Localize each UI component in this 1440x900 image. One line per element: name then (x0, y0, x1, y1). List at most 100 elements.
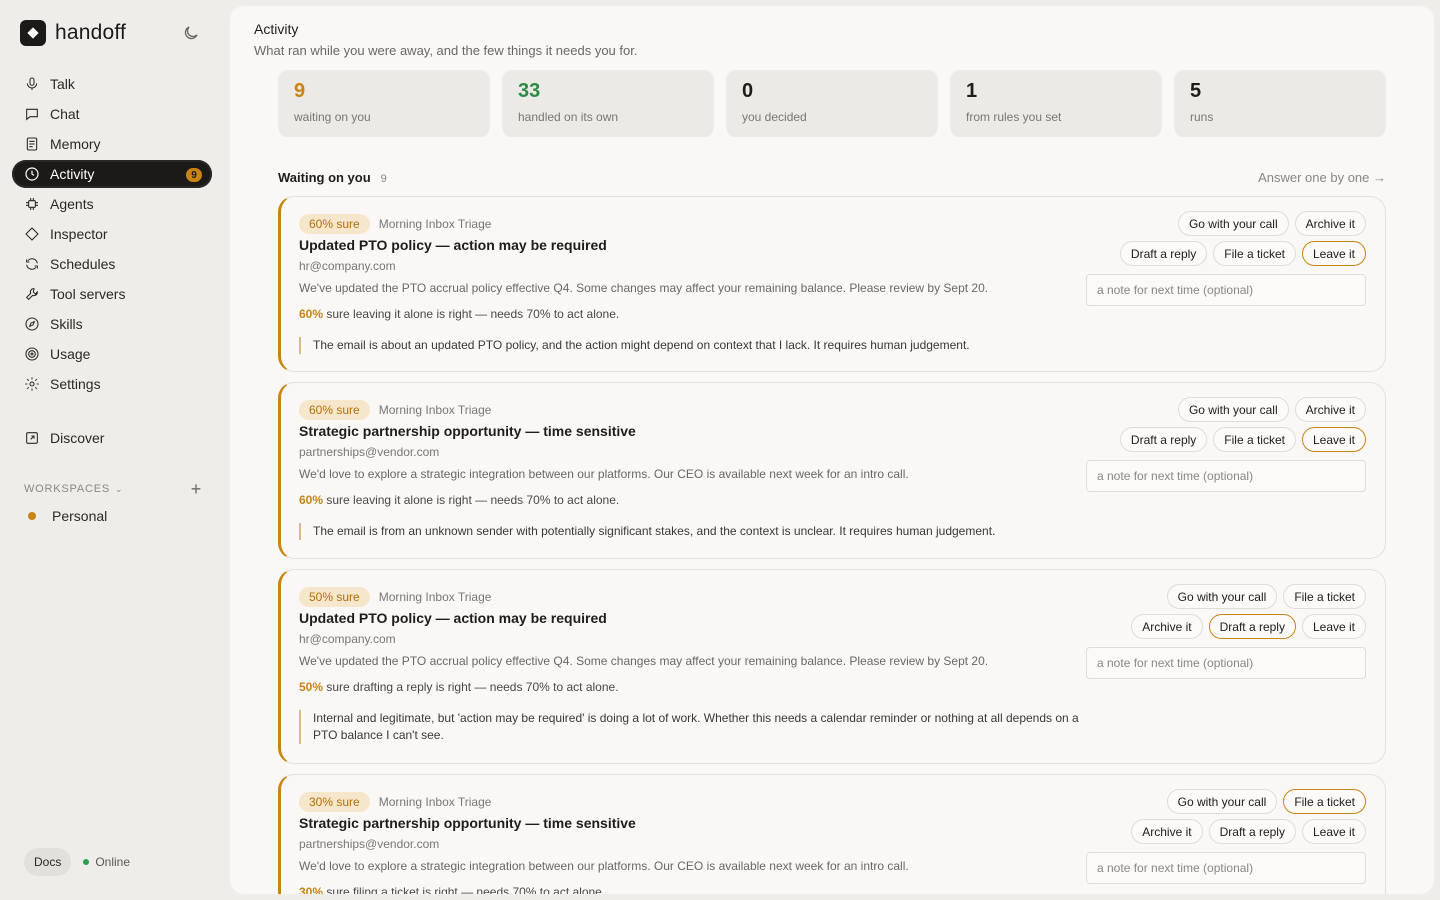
page-title: Activity (254, 21, 299, 37)
go-with-your-call-button[interactable]: Go with your call (1177, 211, 1289, 236)
sidebar-footer: Docs Online (24, 848, 130, 876)
workspace-dot-icon (28, 512, 36, 520)
sidebar-item-label: Schedules (50, 256, 116, 272)
card-actions: Go with your call Archive it Draft a rep… (1086, 211, 1366, 306)
main-panel: Activity What ran while you were away, a… (230, 6, 1434, 894)
leave-it-button[interactable]: Leave it (1301, 427, 1366, 452)
leave-it-button[interactable]: Leave it (1301, 819, 1366, 844)
draft-reply-button[interactable]: Draft a reply (1208, 819, 1296, 844)
status-dot-icon (83, 859, 90, 865)
section-title: Waiting on you (278, 170, 371, 185)
wrench-icon (25, 288, 38, 301)
card-meta: 60% sure Morning Inbox Triage (299, 213, 1089, 235)
archive-button[interactable]: Archive it (1294, 397, 1366, 422)
sidebar-item-activity[interactable]: Activity 9 (12, 160, 212, 188)
stat-value: 1 (966, 80, 978, 102)
confidence-text: sure leaving it alone is right — needs 7… (326, 307, 620, 321)
leave-it-button[interactable]: Leave it (1301, 241, 1366, 266)
message-preview: We'd love to explore a strategic integra… (299, 859, 909, 873)
note-input[interactable] (1086, 274, 1366, 306)
sidebar-item-label: Chat (50, 106, 80, 122)
answer-one-by-one-link[interactable]: Answer one by one → (1258, 170, 1386, 185)
card-actions: Go with your call File a ticket Archive … (1086, 789, 1366, 884)
chat-bubble-icon (26, 108, 38, 121)
archive-button[interactable]: Archive it (1294, 211, 1366, 236)
decision-card: 50% sure Morning Inbox Triage Updated PT… (278, 569, 1386, 764)
card-title: Strategic partnership opportunity — time… (299, 423, 636, 439)
target-icon (25, 347, 39, 361)
chevron-down-icon[interactable]: ⌄ (115, 484, 123, 495)
file-ticket-button[interactable]: File a ticket (1283, 789, 1366, 814)
stat-handled[interactable]: 33 handled on its own (502, 70, 714, 137)
sidebar-item-schedules[interactable]: Schedules (12, 250, 212, 278)
stat-label: waiting on you (294, 110, 371, 124)
confidence-line: 60% sure leaving it alone is right — nee… (299, 493, 1089, 511)
sender-email: partnerships@vendor.com (299, 445, 440, 459)
brand[interactable]: handoff (20, 20, 126, 46)
file-ticket-button[interactable]: File a ticket (1213, 241, 1296, 266)
sidebar-item-inspector[interactable]: Inspector (12, 220, 212, 248)
confidence-badge: 30% sure (299, 792, 370, 812)
draft-reply-button[interactable]: Draft a reply (1208, 614, 1296, 639)
microphone-icon (26, 77, 38, 90)
sidebar-item-discover[interactable]: Discover (12, 424, 212, 452)
confidence-line: 30% sure filing a ticket is right — need… (299, 885, 1089, 894)
sidebar-item-memory[interactable]: Memory (12, 130, 212, 158)
card-title: Updated PTO policy — action may be requi… (299, 610, 607, 626)
sidebar-item-label: Settings (50, 376, 101, 392)
docs-button[interactable]: Docs (24, 848, 72, 876)
stats-row: 9 waiting on you 33 handled on its own 0… (278, 70, 1386, 137)
stat-waiting[interactable]: 9 waiting on you (278, 70, 490, 137)
workspace-item-personal[interactable]: Personal (28, 508, 107, 524)
sidebar-item-label: Activity (50, 166, 95, 182)
stat-label: handled on its own (518, 110, 619, 124)
confidence-text: sure filing a ticket is right — needs 70… (326, 885, 606, 894)
sidebar-item-agents[interactable]: Agents (12, 190, 212, 218)
note-input[interactable] (1086, 852, 1366, 884)
sidebar-item-label: Discover (50, 430, 105, 446)
sidebar-item-usage[interactable]: Usage (12, 340, 212, 368)
archive-button[interactable]: Archive it (1131, 614, 1203, 639)
decision-card: 60% sure Morning Inbox Triage Strategic … (278, 382, 1386, 559)
sidebar-item-settings[interactable]: Settings (12, 370, 212, 398)
stat-value: 33 (518, 80, 541, 102)
card-meta: 30% sure Morning Inbox Triage (299, 791, 1089, 813)
stat-runs[interactable]: 5 runs (1174, 70, 1386, 137)
archive-button[interactable]: Archive it (1131, 819, 1203, 844)
stat-rules[interactable]: 1 from rules you set (950, 70, 1162, 137)
sidebar-item-talk[interactable]: Talk (12, 70, 212, 98)
card-title: Updated PTO policy — action may be requi… (299, 237, 607, 253)
stat-value: 0 (742, 80, 754, 102)
draft-reply-button[interactable]: Draft a reply (1119, 241, 1208, 266)
card-actions: Go with your call File a ticket Archive … (1086, 584, 1366, 679)
card-title: Strategic partnership opportunity — time… (299, 815, 636, 831)
refresh-icon (26, 258, 38, 270)
stat-label: runs (1190, 110, 1214, 124)
connection-status: Online (83, 855, 130, 869)
note-input[interactable] (1086, 460, 1366, 492)
go-with-your-call-button[interactable]: Go with your call (1166, 584, 1278, 609)
file-ticket-button[interactable]: File a ticket (1283, 584, 1366, 609)
sidebar-item-skills[interactable]: Skills (12, 310, 212, 338)
draft-reply-button[interactable]: Draft a reply (1119, 427, 1208, 452)
leave-it-button[interactable]: Leave it (1301, 614, 1366, 639)
add-workspace-icon[interactable]: + (191, 480, 202, 498)
sidebar-item-tool-servers[interactable]: Tool servers (12, 280, 212, 308)
confidence-percent: 50% (299, 680, 324, 694)
message-preview: We've updated the PTO accrual policy eff… (299, 281, 989, 295)
note-input[interactable] (1086, 647, 1366, 679)
decision-card: 30% sure Morning Inbox Triage Strategic … (278, 774, 1386, 894)
card-content: 30% sure Morning Inbox Triage Strategic … (299, 791, 1089, 894)
sender-email: hr@company.com (299, 632, 396, 646)
go-with-your-call-button[interactable]: Go with your call (1166, 789, 1278, 814)
stat-label: from rules you set (966, 110, 1062, 124)
confidence-text: sure leaving it alone is right — needs 7… (326, 493, 620, 507)
sidebar-item-chat[interactable]: Chat (12, 100, 212, 128)
clock-icon (25, 167, 39, 181)
go-with-your-call-button[interactable]: Go with your call (1177, 397, 1289, 422)
file-ticket-button[interactable]: File a ticket (1213, 427, 1296, 452)
sidebar: handoff Talk Chat Memory Activity 9 Agen… (0, 0, 224, 900)
card-content: 50% sure Morning Inbox Triage Updated PT… (299, 586, 1089, 744)
moon-icon[interactable] (182, 24, 200, 42)
stat-decided[interactable]: 0 you decided (726, 70, 938, 137)
